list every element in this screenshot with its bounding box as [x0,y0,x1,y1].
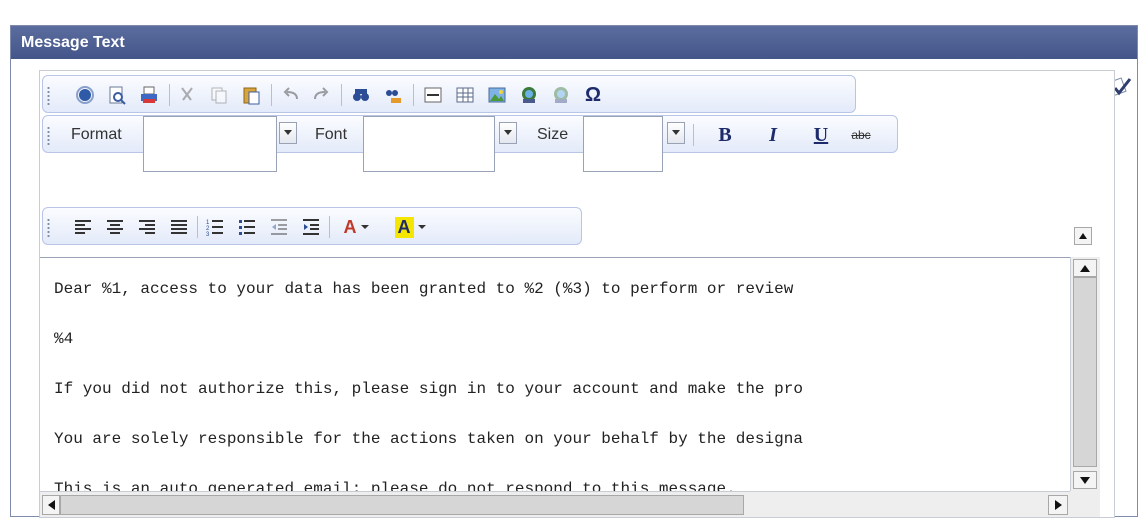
scroll-down-button[interactable] [1073,471,1097,489]
format-select[interactable] [143,116,277,172]
justify-icon[interactable] [167,215,191,239]
collapse-toolbar-button[interactable] [1074,227,1092,245]
preview-icon[interactable] [105,83,129,107]
toolbar-area: Ω Format Font Size B I U abc 1 2 3 A A [40,71,1114,257]
indent-icon[interactable] [299,215,323,239]
strikethrough-button[interactable]: abc [849,123,873,147]
background-color-icon: A [394,216,414,238]
message-line: This is an auto generated email; please … [54,480,736,491]
toolbar-grip-icon[interactable] [47,218,50,238]
toolbar-row-1: Ω [42,75,856,113]
redo-icon[interactable] [309,83,333,107]
numbered-list-icon[interactable]: 123 [203,215,227,239]
message-line: %4 [54,330,74,348]
message-text-panel: Message Text Ω Format Font Size B I U ab… [10,25,1138,518]
message-line: If you did not authorize this, please si… [54,380,803,398]
message-body[interactable]: Dear %1, access to your data has been gr… [40,257,1070,491]
outdent-icon[interactable] [267,215,291,239]
format-label: Format [71,126,122,143]
bold-button[interactable]: B [713,123,737,147]
align-left-icon[interactable] [71,215,95,239]
size-label: Size [537,126,569,143]
background-color-button[interactable]: A [389,215,433,239]
align-right-icon[interactable] [135,215,159,239]
source-icon[interactable] [73,83,97,107]
undo-icon[interactable] [279,83,303,107]
horizontal-scrollbar[interactable] [40,491,1070,517]
toolbar-grip-icon[interactable] [47,126,50,146]
link-icon[interactable] [517,83,541,107]
scroll-left-button[interactable] [42,495,60,515]
horizontal-scroll-thumb[interactable] [60,495,744,515]
font-dropdown-icon[interactable] [499,122,517,144]
special-char-icon[interactable]: Ω [581,83,605,107]
underline-button[interactable]: U [809,123,833,147]
image-icon[interactable] [485,83,509,107]
format-dropdown-icon[interactable] [279,122,297,144]
strikethrough-icon: abc [851,128,871,142]
unlink-icon[interactable] [549,83,573,107]
text-color-button[interactable]: A [337,215,377,239]
print-icon[interactable] [137,83,161,107]
text-color-icon: A [343,216,357,237]
font-label: Font [315,126,348,143]
font-select[interactable] [363,116,495,172]
paste-icon[interactable] [239,83,263,107]
replace-icon[interactable] [381,83,405,107]
toolbar-grip-icon[interactable] [47,86,50,106]
message-line: You are solely responsible for the actio… [54,430,803,448]
italic-button[interactable]: I [761,123,785,147]
table-icon[interactable] [453,83,477,107]
underline-icon: U [813,123,829,146]
align-center-icon[interactable] [103,215,127,239]
svg-text:3: 3 [206,232,210,236]
find-icon[interactable] [349,83,373,107]
toolbar-row-3: 123 A A [42,207,582,245]
vertical-scroll-thumb[interactable] [1073,277,1097,467]
copy-icon[interactable] [207,83,231,107]
size-dropdown-icon[interactable] [667,122,685,144]
scroll-right-button[interactable] [1048,495,1068,515]
toolbar-row-2: Format Font Size B I U abc [42,115,898,172]
panel-title: Message Text [11,26,1137,59]
cut-icon[interactable] [175,83,199,107]
rich-text-editor: Ω Format Font Size B I U abc 1 2 3 A A D… [39,70,1115,518]
horizontal-rule-icon[interactable] [421,83,445,107]
message-line: Dear %1, access to your data has been gr… [54,280,794,298]
scroll-corner [1070,491,1100,517]
bullet-list-icon[interactable] [235,215,259,239]
size-select[interactable] [583,116,663,172]
italic-icon: I [769,123,777,146]
scroll-up-button[interactable] [1073,259,1097,277]
vertical-scrollbar[interactable] [1070,257,1100,491]
bold-icon: B [718,123,732,146]
